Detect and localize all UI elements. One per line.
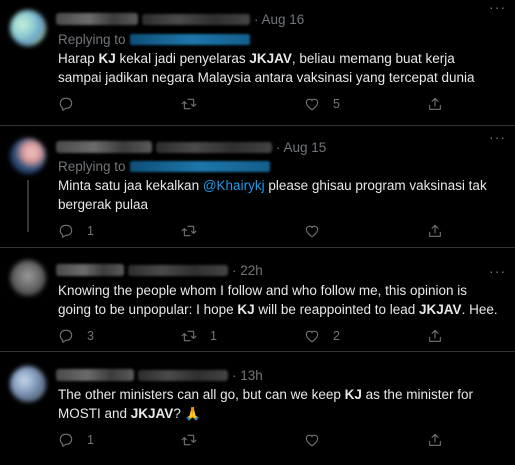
retweet-icon (181, 432, 197, 448)
like-icon (304, 432, 320, 448)
like-button[interactable]: 2 (304, 328, 427, 344)
retweet-button[interactable] (181, 223, 304, 239)
retweet-button[interactable] (181, 96, 304, 112)
timestamp[interactable]: · 13h (232, 368, 263, 383)
replying-to: Replying to (58, 31, 250, 47)
mention-link[interactable]: @Khairykj (203, 178, 265, 193)
timestamp[interactable]: · Aug 15 (276, 140, 326, 155)
tweet[interactable]: · 22h ··· Knowing the people whom I foll… (0, 248, 515, 352)
reply-count: 1 (87, 224, 94, 238)
tweet[interactable]: · Aug 15 ··· Replying to Minta satu jaa … (0, 126, 515, 248)
like-count: 5 (333, 97, 340, 111)
like-button[interactable]: 5 (304, 96, 427, 112)
user-handle[interactable] (138, 369, 228, 381)
reply-count: 3 (87, 329, 94, 343)
more-options-icon[interactable]: ··· (489, 0, 506, 15)
tweet-header: · Aug 16 (56, 10, 304, 28)
more-options-icon[interactable]: ··· (489, 129, 506, 145)
avatar[interactable] (10, 366, 46, 402)
share-button[interactable] (427, 223, 443, 239)
share-icon (427, 432, 443, 448)
reply-button[interactable] (58, 96, 181, 112)
share-icon (427, 328, 443, 344)
retweet-icon (181, 96, 197, 112)
tweet-text: The other ministers can all go, but can … (58, 387, 473, 421)
tweet-text: Knowing the people whom I follow and who… (58, 283, 498, 317)
tweet-actions: 1 (58, 223, 478, 239)
replying-label: Replying to (58, 158, 126, 174)
like-button[interactable] (304, 432, 427, 448)
like-icon (304, 223, 320, 239)
display-name[interactable] (56, 13, 138, 25)
tweet-header: · Aug 15 (56, 138, 326, 156)
reply-button[interactable]: 1 (58, 223, 181, 239)
like-icon (304, 328, 320, 344)
like-count: 2 (333, 329, 340, 343)
reply-count: 1 (87, 433, 94, 447)
avatar[interactable] (10, 138, 46, 174)
timestamp[interactable]: · Aug 16 (254, 12, 304, 27)
tweet-actions: 1 (58, 432, 478, 448)
replying-user-link[interactable] (129, 33, 250, 45)
replying-user-link[interactable] (129, 160, 270, 172)
tweet-text: Harap KJ kekal jadi penyelaras JKJAV, be… (58, 51, 475, 85)
tweet[interactable]: · 13h The other ministers can all go, bu… (0, 352, 515, 465)
tweet-actions: 3 1 2 (58, 328, 478, 344)
like-icon (304, 96, 320, 112)
share-button[interactable] (427, 96, 443, 112)
user-handle[interactable] (128, 264, 228, 276)
timestamp[interactable]: · 22h (232, 263, 263, 278)
tweet-header: · 13h (56, 366, 263, 384)
avatar[interactable] (10, 10, 46, 46)
display-name[interactable] (56, 141, 152, 153)
retweet-icon (181, 328, 197, 344)
tweet-actions: 5 (58, 96, 478, 112)
avatar[interactable] (10, 260, 46, 296)
user-handle[interactable] (156, 141, 272, 153)
tweet-header: · 22h (56, 261, 263, 279)
share-icon (427, 96, 443, 112)
reply-icon (58, 328, 74, 344)
replying-to: Replying to (58, 158, 270, 174)
reply-icon (58, 432, 74, 448)
user-handle[interactable] (142, 13, 250, 25)
reply-button[interactable]: 1 (58, 432, 181, 448)
more-options-icon[interactable]: ··· (489, 263, 506, 279)
reply-icon (58, 223, 74, 239)
retweet-button[interactable] (181, 432, 304, 448)
retweet-icon (181, 223, 197, 239)
display-name[interactable] (56, 264, 124, 276)
retweet-button[interactable]: 1 (181, 328, 304, 344)
tweet[interactable]: · Aug 16 ··· Replying to Harap KJ kekal … (0, 0, 515, 126)
reply-icon (58, 96, 74, 112)
share-button[interactable] (427, 328, 443, 344)
folded-hands-emoji: 🙏 (184, 406, 201, 421)
replying-label: Replying to (58, 31, 126, 47)
retweet-count: 1 (210, 329, 217, 343)
display-name[interactable] (56, 369, 134, 381)
like-button[interactable] (304, 223, 427, 239)
tweet-text: Minta satu jaa kekalkan @Khairykj please… (58, 178, 487, 212)
share-button[interactable] (427, 432, 443, 448)
thread-line (27, 180, 29, 232)
reply-button[interactable]: 3 (58, 328, 181, 344)
share-icon (427, 223, 443, 239)
